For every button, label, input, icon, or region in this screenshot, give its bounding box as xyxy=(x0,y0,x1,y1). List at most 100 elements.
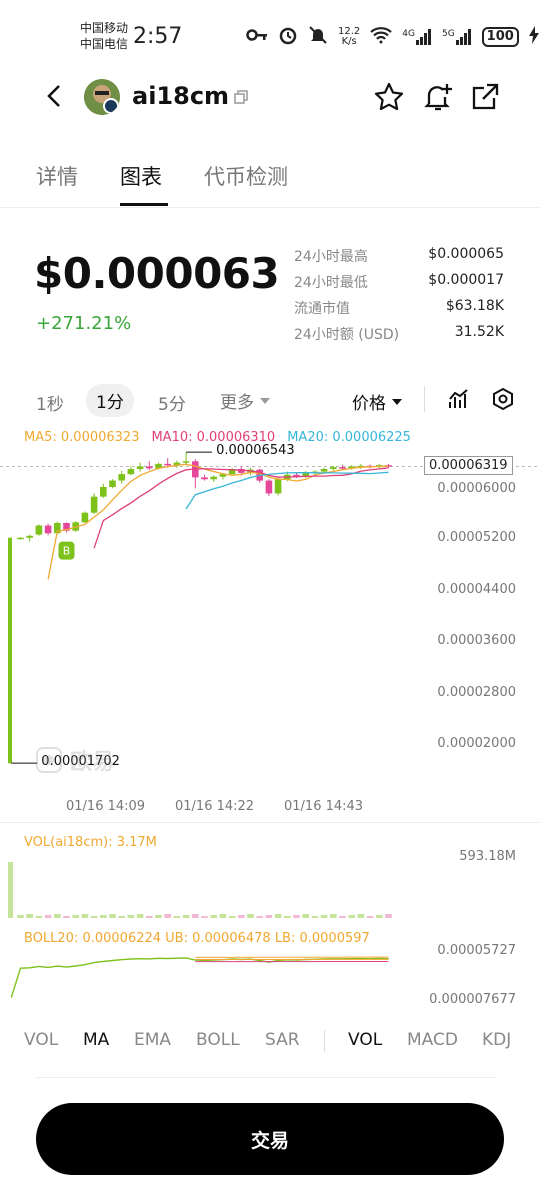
y-tick-label: 0.00002800 xyxy=(437,684,516,700)
indicators-button[interactable] xyxy=(446,386,472,412)
volume-bar xyxy=(201,916,208,918)
exchange-logo-icon xyxy=(36,747,62,773)
watermark: 欧易 xyxy=(36,744,114,776)
candle-body xyxy=(35,525,43,535)
y-tick-label: 0.00003600 xyxy=(437,633,516,649)
volume-bar xyxy=(173,916,181,918)
candle-body xyxy=(265,480,273,494)
volume-bar xyxy=(256,916,263,918)
wifi-icon xyxy=(370,26,392,47)
share-button[interactable] xyxy=(468,80,502,114)
caret-down-icon xyxy=(392,398,402,405)
volume-bar xyxy=(44,915,52,918)
main-indicator-boll[interactable]: BOLL xyxy=(196,1030,240,1050)
volume-bar xyxy=(192,914,199,918)
share-icon xyxy=(472,83,499,110)
volume-bar xyxy=(136,914,144,918)
candle-body xyxy=(118,474,125,481)
candle-body xyxy=(201,477,208,480)
interval-more[interactable]: 更多 xyxy=(220,388,270,413)
signal-bars-icon xyxy=(455,28,471,45)
sub-indicator-macd[interactable]: MACD xyxy=(407,1030,458,1050)
price-change: +271.21% xyxy=(36,313,132,334)
chart-settings-button[interactable] xyxy=(490,386,516,412)
volume-bar xyxy=(118,916,125,918)
signal-1-type: 4G xyxy=(402,28,415,39)
x-tick-1: 01/16 14:09 xyxy=(66,799,146,814)
interval-5m[interactable]: 5分 xyxy=(158,390,186,415)
price-toggle-label: 价格 xyxy=(352,394,386,414)
tab-details[interactable]: 详情 xyxy=(36,161,78,191)
back-button[interactable] xyxy=(38,80,70,112)
price-alert-button[interactable] xyxy=(420,79,456,115)
net-speed: 12.2 K/s xyxy=(338,25,361,47)
favorite-button[interactable] xyxy=(372,80,406,114)
interval-1m[interactable]: 1分 xyxy=(86,384,134,417)
volume-bar xyxy=(26,914,33,918)
volume-bar xyxy=(348,915,355,918)
main-indicator-vol[interactable]: VOL xyxy=(24,1030,58,1050)
volume-bar xyxy=(63,916,70,918)
candle-body xyxy=(136,466,144,470)
interval-1s[interactable]: 1秒 xyxy=(36,390,64,415)
volume-bar xyxy=(54,914,61,918)
volume-bar xyxy=(219,914,227,918)
y-tick-label: 0.00004400 xyxy=(437,581,516,597)
volume-bar xyxy=(155,915,162,918)
mute-bell-icon xyxy=(308,25,328,48)
candle-body xyxy=(330,467,337,470)
price-toggle[interactable]: 价格 xyxy=(352,389,402,414)
key-icon xyxy=(246,27,268,46)
volume-bar xyxy=(274,914,282,918)
main-indicator-ma[interactable]: MA xyxy=(83,1030,109,1050)
battery-indicator: 100 xyxy=(481,26,519,47)
volume-bar xyxy=(238,915,245,918)
main-indicator-sar[interactable]: SAR xyxy=(265,1030,300,1050)
settings-hexagon-icon xyxy=(493,387,513,411)
copy-button[interactable] xyxy=(232,88,250,106)
candle-body xyxy=(17,537,24,540)
tab-token-check[interactable]: 代币检测 xyxy=(204,161,288,191)
sub-indicator-vol[interactable]: VOL xyxy=(348,1030,382,1050)
main-indicator-ema[interactable]: EMA xyxy=(134,1030,171,1050)
coin-name: ai18cm xyxy=(132,82,230,110)
carrier-1: 中国移动 xyxy=(80,21,129,35)
volume-bar xyxy=(210,915,217,918)
status-icons: 12.2 K/s 4G 5G 100 xyxy=(246,25,539,48)
candle-body xyxy=(81,512,89,523)
candle-body xyxy=(109,480,116,487)
ma5-line xyxy=(47,463,389,580)
volume-bar xyxy=(72,915,79,918)
charging-icon xyxy=(528,26,539,47)
volume-bar xyxy=(357,914,365,918)
volume-bar xyxy=(320,915,328,918)
volume-bar xyxy=(17,915,24,918)
volume-bar xyxy=(228,916,236,918)
stat-value-market-cap: $63.18K xyxy=(445,298,504,314)
stat-label-volume: 24小时额 (USD) xyxy=(294,327,400,343)
ma5-value: MA5: 0.00006323 xyxy=(24,430,140,445)
stat-value-low: $0.000017 xyxy=(428,272,504,288)
candle-body xyxy=(100,487,107,497)
candle-body xyxy=(146,466,153,469)
net-speed-value: 12.2 xyxy=(338,25,361,37)
tab-chart[interactable]: 图表 xyxy=(120,161,162,191)
stat-value-high: $0.000065 xyxy=(428,246,504,262)
stat-label-high: 24小时最高 xyxy=(294,249,368,265)
volume-bar xyxy=(339,916,346,918)
caret-down-icon xyxy=(260,397,270,404)
x-tick-3: 01/16 14:43 xyxy=(284,799,364,814)
trade-button[interactable]: 交易 xyxy=(36,1103,504,1175)
bottom-divider xyxy=(36,1077,496,1078)
boll-chart xyxy=(10,956,389,998)
volume-bar xyxy=(265,915,273,918)
sub-indicator-kdj[interactable]: KDJ xyxy=(482,1030,511,1050)
interval-more-label: 更多 xyxy=(220,393,254,413)
status-time: 2:57 xyxy=(133,24,183,49)
volume-bar xyxy=(109,914,116,918)
line-chart-icon xyxy=(449,389,468,408)
y-tick-label: 0.00002000 xyxy=(437,736,516,751)
coin-avatar xyxy=(84,79,120,115)
y-tick-label: 0.00006000 xyxy=(437,481,516,496)
y-tick-label: 0.00005200 xyxy=(437,530,516,546)
